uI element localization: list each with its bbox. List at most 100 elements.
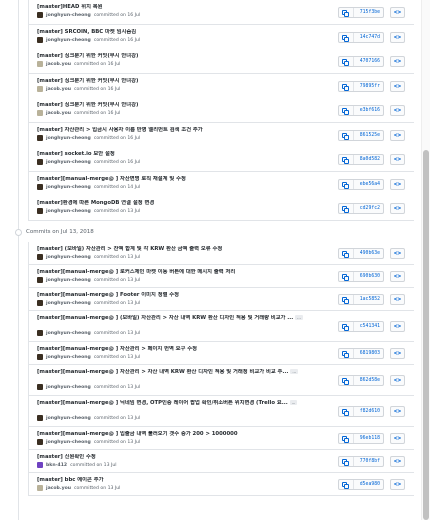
author-name-link[interactable]: jacob.you (46, 486, 71, 491)
author-name-link[interactable]: jonghyun-cheong (46, 255, 91, 260)
commit-title-link[interactable]: [master][manual-merge@ ] 자산관리 > 페이지 번역 요… (37, 346, 317, 353)
commit-sha-link[interactable]: 6819803 (360, 351, 380, 356)
copy-sha-button[interactable]: 79895fr (338, 81, 384, 92)
copy-sha-button[interactable]: 8a0d582 (338, 154, 384, 165)
author-avatar[interactable] (37, 61, 43, 67)
commit-title-link[interactable]: [master] bbc 에이콘 추가 (37, 477, 317, 484)
commit-title-link[interactable]: [master] 싱크분기 위한 커밋(무시 안녀강) (37, 53, 317, 60)
browse-code-button[interactable]: <> (390, 56, 405, 67)
scrollbar-thumb[interactable] (423, 150, 429, 520)
author-avatar[interactable] (37, 135, 43, 141)
commit-sha-link[interactable]: 490b63e (360, 251, 380, 256)
commit-title-link[interactable]: [master][manual-merge@ ] 자산변명 로직 재설계 및 수… (37, 176, 317, 183)
commit-title-link[interactable]: [master][manual-merge@ ] 로커스체인 마켓 이동 버튼에… (37, 269, 317, 276)
commit-sha-link[interactable]: 4707166 (360, 59, 380, 64)
browse-code-button[interactable]: <> (390, 406, 405, 417)
commit-title-link[interactable]: [master] 싱크분기 위한 커밋(무시 안녀강) (37, 102, 317, 109)
commit-sha-link[interactable]: 1ac5852 (360, 297, 380, 302)
browse-code-button[interactable]: <> (390, 375, 405, 386)
author-name-link[interactable]: jonghyun-cheong (46, 355, 91, 360)
commit-title-link[interactable]: [master] 싱크분기 위한 커밋(무시 안녀강) (37, 78, 317, 85)
author-avatar[interactable] (37, 415, 43, 421)
browse-code-button[interactable]: <> (390, 7, 405, 18)
author-avatar[interactable] (37, 439, 43, 445)
copy-sha-button[interactable]: 770f8bf (338, 456, 384, 467)
commit-title-link[interactable]: [master][manual-merge@ ] Footer 이미지 정렬 수… (37, 292, 317, 299)
browse-code-button[interactable]: <> (390, 248, 405, 259)
commit-title-link[interactable]: [master] SRCOIN, BBC 마켓 임시숨김 (37, 29, 317, 36)
commit-sha-link[interactable]: 862d58e (360, 378, 380, 383)
copy-sha-button[interactable]: 862d58e (338, 375, 384, 386)
commit-title-link[interactable]: [master] 신원확인 수정 (37, 454, 317, 461)
commit-title-link[interactable]: [master]HEAD 위치 복원 (37, 4, 317, 11)
copy-sha-button[interactable]: d5ea980 (338, 479, 384, 490)
browse-code-button[interactable]: <> (390, 321, 405, 332)
expand-message-button[interactable]: ... (295, 315, 303, 320)
browse-code-button[interactable]: <> (390, 433, 405, 444)
copy-sha-button[interactable]: 4707166 (338, 56, 384, 67)
author-avatar[interactable] (37, 110, 43, 116)
expand-message-button[interactable]: ... (290, 369, 299, 374)
commit-sha-link[interactable]: ebe56a4 (360, 182, 380, 187)
author-avatar[interactable] (37, 86, 43, 92)
commit-sha-link[interactable]: 770f8bf (360, 459, 380, 464)
author-name-link[interactable]: jacob.you (46, 111, 71, 116)
copy-sha-button[interactable]: c541341 (338, 321, 384, 332)
browse-code-button[interactable]: <> (390, 294, 405, 305)
copy-sha-button[interactable]: 96eb118 (338, 433, 384, 444)
commit-title-link[interactable]: [master]환경에 따른 MongoDB 연결 설정 변경 (37, 200, 317, 207)
copy-sha-button[interactable]: 6819803 (338, 348, 384, 359)
commit-title-link[interactable]: [master] socket.io 보안 설정 (37, 151, 317, 158)
browse-code-button[interactable]: <> (390, 348, 405, 359)
author-name-link[interactable]: jonghyun-cheong (46, 440, 91, 445)
copy-sha-button[interactable]: ebe56a4 (338, 179, 384, 190)
commit-sha-link[interactable]: cd29fc2 (360, 206, 380, 211)
commit-title-link[interactable]: [master] 자산관리 > 입금시 사용자 이름 반영 엘리먼트 검색 조건… (37, 127, 317, 134)
commit-sha-link[interactable]: 861525e (360, 133, 380, 138)
browse-code-button[interactable]: <> (390, 32, 405, 43)
copy-sha-button[interactable]: 715f3be (338, 7, 384, 18)
commit-sha-link[interactable]: e3bf616 (360, 108, 380, 113)
expand-message-button[interactable]: ... (289, 400, 298, 405)
author-name-link[interactable]: jonghyun-cheong (46, 160, 91, 165)
copy-sha-button[interactable]: 14c747d (338, 32, 384, 43)
browse-code-button[interactable]: <> (390, 179, 405, 190)
commit-sha-link[interactable]: 8a0d582 (360, 157, 380, 162)
author-avatar[interactable] (37, 300, 43, 306)
commit-sha-link[interactable]: 96eb118 (360, 436, 380, 441)
commit-title-link[interactable]: [master][manual-merge@ ] 자산관리 > 자산 내역 KR… (37, 369, 317, 376)
copy-sha-button[interactable]: 490b63e (338, 248, 384, 259)
copy-sha-button[interactable]: 1ac5852 (338, 294, 384, 305)
author-avatar[interactable] (37, 159, 43, 165)
commit-sha-link[interactable]: 79895fr (360, 84, 380, 89)
author-avatar[interactable] (37, 384, 43, 390)
author-avatar[interactable] (37, 254, 43, 260)
browse-code-button[interactable]: <> (390, 203, 405, 214)
author-name-link[interactable]: jacob.you (46, 62, 71, 67)
author-name-link[interactable]: jonghyun-cheong (46, 209, 91, 214)
browse-code-button[interactable]: <> (390, 130, 405, 141)
commit-sha-link[interactable]: 690b630 (360, 274, 380, 279)
browse-code-button[interactable]: <> (390, 271, 405, 282)
author-avatar[interactable] (37, 208, 43, 214)
author-name-link[interactable]: bkn-412 (46, 463, 67, 468)
browse-code-button[interactable]: <> (390, 456, 405, 467)
vertical-scrollbar[interactable] (421, 0, 430, 520)
author-avatar[interactable] (37, 330, 43, 336)
author-name-link[interactable]: jonghyun-cheong (46, 185, 91, 190)
author-avatar[interactable] (37, 12, 43, 18)
browse-code-button[interactable]: <> (390, 81, 405, 92)
author-avatar[interactable] (37, 485, 43, 491)
browse-code-button[interactable]: <> (390, 479, 405, 490)
commit-sha-link[interactable]: 14c747d (360, 35, 380, 40)
author-avatar[interactable] (37, 37, 43, 43)
copy-sha-button[interactable]: cd29fc2 (338, 203, 384, 214)
commit-title-link[interactable]: [master][manual-merge@ ] (모바일) 자산관리 > 자산… (37, 315, 317, 322)
author-name-link[interactable]: jonghyun-cheong (46, 38, 91, 43)
commit-title-link[interactable]: [master][manual-merge@ ] 닉네임 변경, OTP인증 레… (37, 400, 317, 407)
author-name-link[interactable]: jonghyun-cheong (46, 278, 91, 283)
commit-sha-link[interactable]: c541341 (360, 324, 380, 329)
copy-sha-button[interactable]: f82d610 (338, 406, 384, 417)
author-avatar[interactable] (37, 184, 43, 190)
commit-sha-link[interactable]: d5ea980 (360, 482, 380, 487)
